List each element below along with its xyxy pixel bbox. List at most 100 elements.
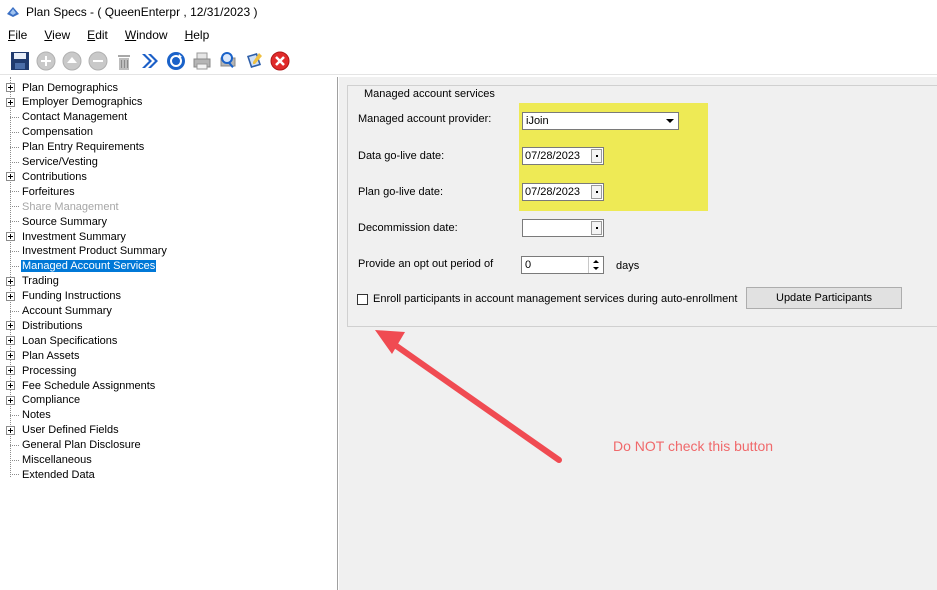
print-button[interactable] — [190, 49, 214, 73]
add-icon — [36, 51, 56, 70]
tree-item[interactable]: Funding Instructions — [6, 289, 122, 304]
move-up-button[interactable] — [60, 49, 84, 73]
calendar-dropdown-icon[interactable] — [591, 149, 602, 163]
tree-item[interactable]: Compliance — [6, 393, 81, 408]
tree-item[interactable]: Extended Data — [6, 467, 96, 482]
tree-item[interactable]: Contributions — [6, 169, 88, 184]
tree-connector — [10, 206, 19, 208]
update-participants-button[interactable]: Update Participants — [746, 287, 902, 309]
plan-golive-date-picker[interactable]: 07/28/2023 — [522, 183, 604, 201]
chevron-down-icon[interactable] — [663, 114, 677, 128]
tree-item-label: Processing — [22, 364, 77, 377]
tree-item[interactable]: Fee Schedule Assignments — [6, 378, 156, 393]
tree-item[interactable]: Contact Management — [6, 110, 128, 125]
calendar-dropdown-icon[interactable] — [591, 185, 602, 199]
tree-item[interactable]: Miscellaneous — [6, 453, 93, 468]
tree-item[interactable]: User Defined Fields — [6, 423, 120, 438]
tree-item-label: Miscellaneous — [22, 454, 92, 466]
tree-item[interactable]: Share Management — [6, 199, 120, 214]
plan-golive-value: 07/28/2023 — [525, 186, 581, 198]
tree-connector — [10, 414, 19, 416]
calendar-dropdown-icon[interactable] — [591, 221, 602, 235]
save-button[interactable] — [8, 49, 32, 73]
spin-up-icon[interactable] — [593, 260, 599, 263]
tree-item[interactable]: Compensation — [6, 125, 94, 140]
tree-connector — [10, 116, 19, 118]
delete-button[interactable] — [112, 49, 136, 73]
tree-item[interactable]: Loan Specifications — [6, 333, 118, 348]
annotation-text: Do NOT check this button — [613, 438, 774, 454]
tree-item[interactable]: Employer Demographics — [6, 95, 143, 110]
tree-item-label: Funding Instructions — [22, 290, 122, 303]
tree-item[interactable]: Processing — [6, 363, 77, 378]
tree-item[interactable]: Account Summary — [6, 304, 113, 319]
expand-plus-icon[interactable] — [6, 395, 15, 405]
enroll-checkbox[interactable] — [357, 294, 368, 305]
move-up-icon — [62, 51, 82, 70]
tree-item[interactable]: General Plan Disclosure — [6, 438, 142, 453]
expand-plus-icon[interactable] — [6, 97, 15, 107]
decommission-date-picker[interactable] — [522, 219, 604, 237]
menu-help[interactable]: Help — [185, 28, 210, 42]
close-button[interactable] — [268, 49, 292, 73]
forward-button[interactable] — [138, 49, 162, 73]
expand-plus-icon[interactable] — [6, 381, 15, 390]
tree-connector — [10, 146, 19, 148]
tree-item[interactable]: Service/Vesting — [6, 155, 99, 170]
add-button[interactable] — [34, 49, 58, 73]
expand-plus-icon[interactable] — [6, 321, 15, 331]
expand-plus-icon[interactable] — [6, 83, 15, 92]
print-preview-button[interactable] — [216, 49, 240, 73]
expand-plus-icon[interactable] — [6, 172, 15, 182]
optout-period-spinner[interactable]: 0 — [521, 256, 604, 274]
refresh-button[interactable] — [164, 49, 188, 73]
update-participants-label: Update Participants — [776, 292, 872, 304]
expand-plus-icon[interactable] — [6, 366, 15, 376]
expand-plus-icon[interactable] — [6, 276, 15, 286]
print-preview-icon — [220, 51, 236, 68]
tree-item-label: Compensation — [22, 126, 93, 139]
tree-item[interactable]: Plan Assets — [6, 348, 80, 363]
tree-item-label: User Defined Fields — [22, 424, 119, 437]
tree-item-label: Plan Demographics — [22, 81, 118, 94]
expand-plus-icon[interactable] — [6, 425, 15, 435]
toolbar — [0, 47, 937, 75]
window-title: Plan Specs - ( QueenEnterpr , 12/31/2023… — [26, 5, 258, 19]
tree-connector — [10, 459, 19, 461]
tree-item[interactable]: Plan Demographics — [6, 80, 119, 95]
tree-item[interactable]: Plan Entry Requirements — [6, 140, 145, 155]
spin-down-icon[interactable] — [593, 267, 599, 270]
expand-plus-icon[interactable] — [6, 291, 15, 301]
tree-item[interactable]: Distributions — [6, 318, 84, 333]
tree-item[interactable]: Managed Account Services — [6, 259, 157, 274]
spinner-buttons[interactable] — [588, 257, 603, 273]
expand-plus-icon[interactable] — [6, 351, 15, 361]
tree-item[interactable]: Trading — [6, 274, 60, 289]
optout-value: 0 — [525, 259, 532, 271]
tree-connector — [10, 221, 19, 223]
menu-file[interactable]: File — [8, 28, 27, 42]
tree-item-label: Contact Management — [22, 111, 128, 124]
tree-item[interactable]: Source Summary — [6, 214, 108, 229]
tree-item-label: Forfeitures — [22, 185, 75, 198]
data-golive-date-picker[interactable]: 07/28/2023 — [522, 147, 604, 165]
menu-edit[interactable]: Edit — [87, 28, 108, 42]
tree-item[interactable]: Investment Product Summary — [6, 244, 168, 259]
expand-plus-icon[interactable] — [6, 232, 15, 241]
tree-item[interactable]: Forfeitures — [6, 184, 76, 199]
tree-item-label: Plan Entry Requirements — [22, 141, 145, 154]
provider-value: iJoin — [526, 115, 549, 127]
tree-item[interactable]: Investment Summary — [6, 229, 127, 244]
enroll-label: Enroll participants in account managemen… — [373, 293, 738, 305]
remove-button[interactable] — [86, 49, 110, 73]
menu-window[interactable]: Window — [125, 28, 168, 42]
managed-account-services-group: Managed account services Managed account… — [347, 85, 937, 327]
notes-button[interactable] — [242, 49, 266, 73]
menu-view[interactable]: View — [44, 28, 70, 42]
tree-item-label: Plan Assets — [22, 349, 80, 362]
provider-dropdown[interactable]: iJoin — [522, 112, 679, 130]
group-title: Managed account services — [361, 88, 498, 100]
expand-plus-icon[interactable] — [6, 336, 15, 346]
optout-unit: days — [616, 260, 640, 272]
tree-item[interactable]: Notes — [6, 408, 52, 423]
